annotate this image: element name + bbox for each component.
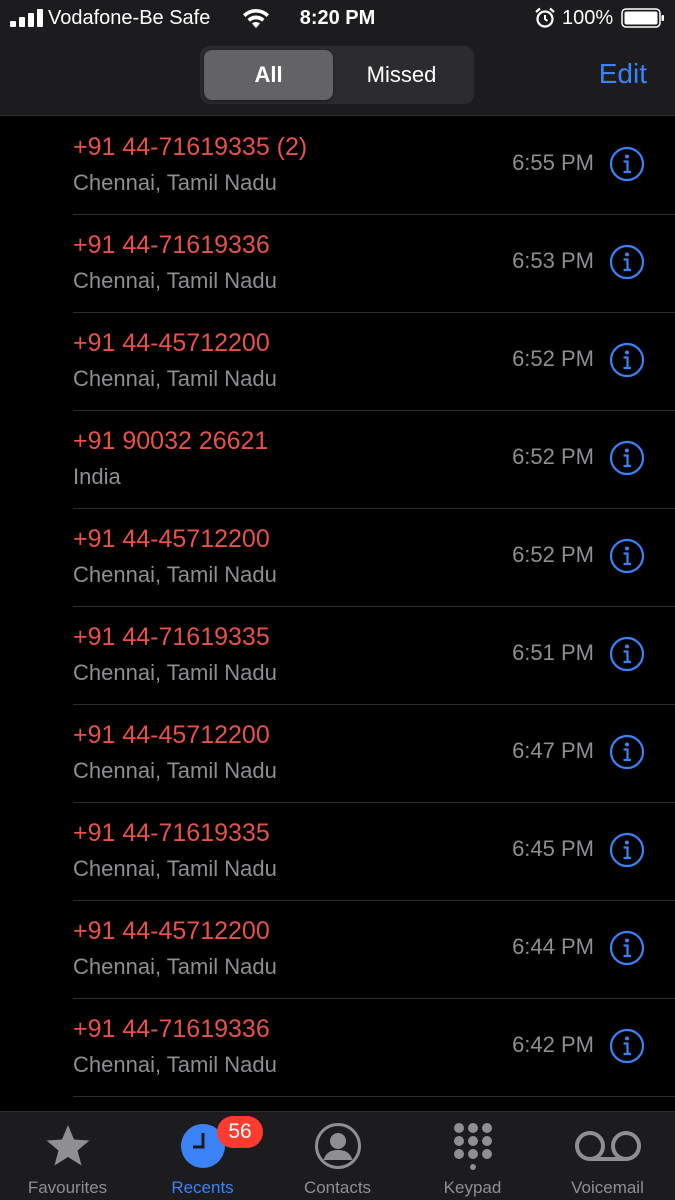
segment-all[interactable]: All bbox=[204, 50, 333, 100]
info-icon[interactable] bbox=[609, 930, 645, 966]
call-time: 6:53 PM bbox=[512, 248, 594, 273]
top-bar: Vodafone-Be Safe 8:20 PM 100% All Missed bbox=[0, 0, 675, 116]
tab-bar: Favourites 56 Recents Contacts Keypad Vo… bbox=[0, 1111, 675, 1200]
call-row[interactable]: +91 44-45712200 Chennai, Tamil Nadu 6:52 P… bbox=[0, 313, 675, 411]
caller-location: Chennai, Tamil Nadu bbox=[73, 268, 277, 293]
caller-number: +91 44-45712200 bbox=[73, 525, 270, 553]
call-row[interactable]: +91 44-45712200 Chennai, Tamil Nadu 6:47 P… bbox=[0, 705, 675, 803]
tab-label-favourites: Favourites bbox=[27, 1178, 108, 1197]
info-icon[interactable] bbox=[609, 146, 645, 182]
row-divider bbox=[73, 1096, 675, 1097]
status-time: 8:20 PM bbox=[299, 7, 376, 29]
call-row[interactable]: +91 44-71619335 (2) Chennai, Tamil Nadu 6:… bbox=[0, 117, 675, 215]
call-time: 6:45 PM bbox=[512, 836, 594, 861]
tab-label-contacts: Contacts bbox=[303, 1178, 372, 1197]
tab-keypad[interactable]: Keypad bbox=[405, 1112, 540, 1200]
caller-location: Chennai, Tamil Nadu bbox=[73, 1052, 277, 1077]
recents-filter-control: All Missed bbox=[200, 46, 474, 104]
tab-favourites[interactable]: Favourites bbox=[0, 1112, 135, 1200]
call-row[interactable]: +91 44-45712200 Chennai, Tamil Nadu 6:44 P… bbox=[0, 901, 675, 999]
caller-location: Chennai, Tamil Nadu bbox=[73, 856, 277, 881]
caller-number: +91 90032 26621 bbox=[73, 427, 269, 455]
caller-location: Chennai, Tamil Nadu bbox=[73, 562, 277, 587]
caller-number: +91 44-71619336 bbox=[73, 231, 270, 259]
call-time: 6:47 PM bbox=[512, 738, 594, 763]
caller-number: +91 44-71619336 bbox=[73, 1015, 270, 1043]
caller-number: +91 44-45712200 bbox=[73, 721, 270, 749]
tab-voicemail[interactable]: Voicemail bbox=[540, 1112, 675, 1200]
tab-label-keypad: Keypad bbox=[443, 1178, 502, 1197]
battery-percentage: 100% bbox=[562, 7, 614, 29]
alarm-clock-icon bbox=[535, 7, 555, 28]
keypad-icon bbox=[454, 1123, 492, 1170]
call-time: 6:51 PM bbox=[512, 640, 594, 665]
call-time: 6:44 PM bbox=[512, 934, 594, 959]
call-row[interactable]: +91 44-71619336 Chennai, Tamil Nadu 6:42 P… bbox=[0, 999, 675, 1097]
caller-location: Chennai, Tamil Nadu bbox=[73, 170, 277, 195]
info-icon[interactable] bbox=[609, 636, 645, 672]
call-row[interactable]: +91 44-45712200 Chennai, Tamil Nadu 6:52 P… bbox=[0, 509, 675, 607]
segment-missed[interactable]: Missed bbox=[337, 50, 466, 100]
caller-location: Chennai, Tamil Nadu bbox=[73, 954, 277, 979]
caller-location: India bbox=[73, 464, 121, 489]
call-row[interactable]: +91 90032 26621 India 6:52 PM bbox=[0, 411, 675, 509]
info-icon[interactable] bbox=[609, 1028, 645, 1064]
edit-button[interactable]: Edit bbox=[599, 58, 647, 90]
recent-calls-list: +91 44-71619335 (2) Chennai, Tamil Nadu 6:… bbox=[0, 117, 675, 1097]
info-icon[interactable] bbox=[609, 440, 645, 476]
call-time: 6:42 PM bbox=[512, 1032, 594, 1057]
info-icon[interactable] bbox=[609, 734, 645, 770]
info-icon[interactable] bbox=[609, 832, 645, 868]
info-icon[interactable] bbox=[609, 538, 645, 574]
caller-location: Chennai, Tamil Nadu bbox=[73, 758, 277, 783]
call-time: 6:52 PM bbox=[512, 444, 594, 469]
caller-location: Chennai, Tamil Nadu bbox=[73, 366, 277, 391]
caller-number: +91 44-45712200 bbox=[73, 917, 270, 945]
battery-icon bbox=[621, 8, 664, 28]
person-icon bbox=[315, 1123, 361, 1169]
tab-label-recents: Recents bbox=[171, 1178, 234, 1197]
caller-number: +91 44-71619335 bbox=[73, 819, 270, 847]
voicemail-icon bbox=[575, 1131, 641, 1161]
call-time: 6:52 PM bbox=[512, 346, 594, 371]
info-icon[interactable] bbox=[609, 342, 645, 378]
tab-contacts[interactable]: Contacts bbox=[270, 1112, 405, 1200]
status-bar: Vodafone-Be Safe 8:20 PM 100% bbox=[0, 0, 675, 38]
tab-label-voicemail: Voicemail bbox=[571, 1178, 644, 1197]
call-row[interactable]: +91 44-71619335 Chennai, Tamil Nadu 6:45 P… bbox=[0, 803, 675, 901]
call-row[interactable]: +91 44-71619335 Chennai, Tamil Nadu 6:51 P… bbox=[0, 607, 675, 705]
phone-app: Vodafone-Be Safe 8:20 PM 100% All Missed bbox=[0, 0, 675, 1200]
recents-badge: 56 bbox=[217, 1116, 263, 1148]
caller-location: Chennai, Tamil Nadu bbox=[73, 660, 277, 685]
call-row[interactable]: +91 44-71619336 Chennai, Tamil Nadu 6:53 P… bbox=[0, 215, 675, 313]
tab-recents[interactable]: 56 Recents bbox=[135, 1112, 270, 1200]
info-icon[interactable] bbox=[609, 244, 645, 280]
caller-number: +91 44-71619335 bbox=[73, 623, 270, 651]
star-icon bbox=[46, 1125, 90, 1166]
call-time: 6:52 PM bbox=[512, 542, 594, 567]
caller-number: +91 44-71619335 (2) bbox=[73, 133, 308, 161]
call-time: 6:55 PM bbox=[512, 150, 594, 175]
caller-number: +91 44-45712200 bbox=[73, 329, 270, 357]
